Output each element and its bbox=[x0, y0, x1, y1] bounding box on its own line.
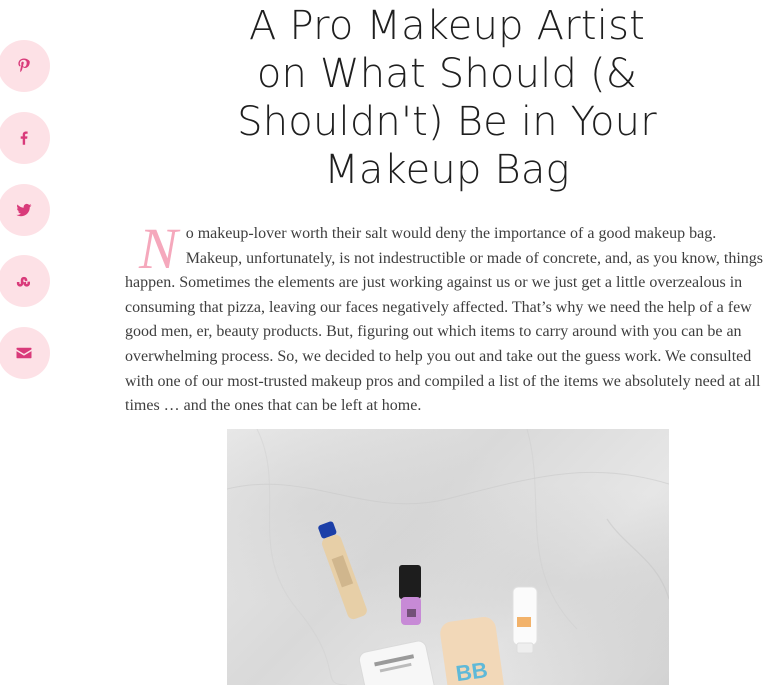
pinterest-share-button[interactable] bbox=[0, 40, 50, 92]
twitter-share-button[interactable] bbox=[0, 184, 50, 236]
white-tube bbox=[358, 640, 436, 685]
stumbleupon-icon bbox=[16, 276, 30, 287]
drop-cap: N bbox=[139, 216, 178, 281]
email-icon bbox=[16, 347, 32, 359]
stumbleupon-share-button[interactable] bbox=[0, 255, 50, 307]
concealer-tube bbox=[318, 521, 367, 620]
nail-polish bbox=[399, 565, 421, 625]
facebook-share-button[interactable] bbox=[0, 112, 50, 164]
makeup-products-photo: BB bbox=[227, 429, 669, 685]
email-share-button[interactable] bbox=[0, 327, 50, 379]
bb-cream-tube: BB bbox=[440, 617, 504, 685]
twitter-icon bbox=[16, 203, 32, 217]
article-intro-text: o makeup-lover worth their salt would de… bbox=[125, 225, 764, 415]
pinterest-icon bbox=[18, 58, 30, 73]
article-intro: No makeup-lover worth their salt would d… bbox=[125, 216, 769, 419]
article-title: A Pro Makeup Artist on What Should (& Sh… bbox=[237, 3, 657, 193]
makeup-products-illustration: BB bbox=[227, 429, 669, 685]
facebook-icon bbox=[20, 131, 28, 145]
sunscreen-tube bbox=[512, 586, 538, 654]
bb-label: BB bbox=[454, 657, 489, 685]
